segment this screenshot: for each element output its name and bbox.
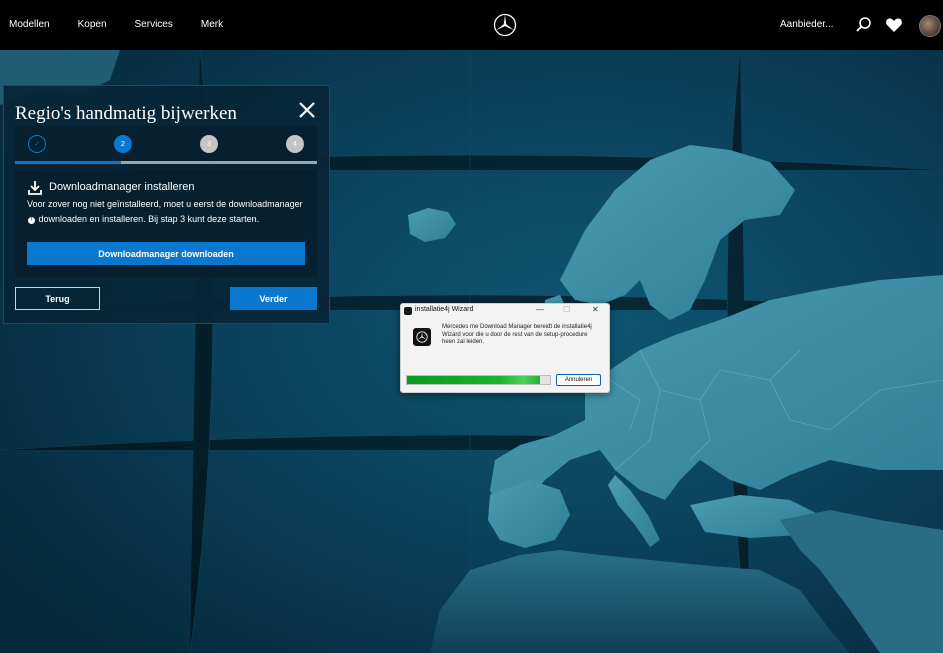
user-avatar[interactable] [919, 15, 941, 37]
step-1-done: ✓ [28, 135, 46, 153]
installer-progress-fill [407, 376, 540, 384]
heart-icon[interactable] [884, 15, 904, 35]
update-regions-panel: Regio's handmatig bijwerken ✓ 2 3 4 Down… [3, 85, 330, 324]
back-button[interactable]: Terug [15, 287, 100, 310]
dialog-close-button[interactable]: ✕ [592, 305, 599, 314]
nav-dealer-link[interactable]: Aanbieder... [780, 19, 833, 30]
app-icon [404, 307, 412, 315]
step-progress-fill [15, 161, 121, 164]
info-text-part-2: downloaden en installeren. Bij stap 3 ku… [38, 213, 260, 224]
installer-wizard-dialog: installatie4j Wizard — ☐ ✕ Mercedes me D… [400, 303, 610, 393]
maximize-button[interactable]: ☐ [563, 305, 570, 314]
nav-link-merk[interactable]: Merk [201, 19, 223, 30]
step-indicator: ✓ 2 3 4 [15, 126, 317, 164]
download-manager-info: Downloadmanager installeren Voor zover n… [15, 170, 317, 277]
step-progress-track [15, 161, 317, 164]
nav-link-kopen[interactable]: Kopen [78, 19, 107, 30]
dialog-message: Mercedes me Download Manager bereidt de … [442, 324, 592, 346]
download-icon [28, 181, 42, 195]
dialog-titlebar[interactable]: installatie4j Wizard — ☐ ✕ [401, 304, 609, 318]
info-text-part-1: Voor zover nog niet geïnstalleerd, moet … [27, 199, 303, 209]
mercedes-logo-icon [413, 328, 431, 346]
close-icon[interactable] [298, 101, 316, 119]
nav-link-services[interactable]: Services [135, 19, 173, 30]
info-marker-icon[interactable]: ! [28, 216, 35, 224]
panel-title: Regio's handmatig bijwerken [15, 103, 237, 124]
step-4-pending: 4 [286, 135, 304, 153]
step-3-pending: 3 [200, 135, 218, 153]
installer-progress-bar [406, 375, 551, 385]
info-heading: Downloadmanager installeren [49, 181, 195, 193]
search-icon[interactable] [854, 15, 874, 35]
next-button[interactable]: Verder [230, 287, 317, 310]
mercedes-star-logo[interactable] [493, 13, 517, 37]
download-manager-button[interactable]: Downloadmanager downloaden [27, 242, 305, 265]
nav-link-modellen[interactable]: Modellen [9, 19, 50, 30]
main-nav-links: Modellen Kopen Services Merk [9, 19, 223, 30]
cancel-button[interactable]: Annuleren [556, 374, 601, 386]
minimize-button[interactable]: — [536, 305, 544, 314]
step-2-active: 2 [114, 135, 132, 153]
info-text: Voor zover nog niet geïnstalleerd, moet … [27, 197, 309, 226]
dialog-title: installatie4j Wizard [415, 306, 474, 313]
top-navigation-bar: Modellen Kopen Services Merk Aanbieder..… [0, 0, 943, 50]
